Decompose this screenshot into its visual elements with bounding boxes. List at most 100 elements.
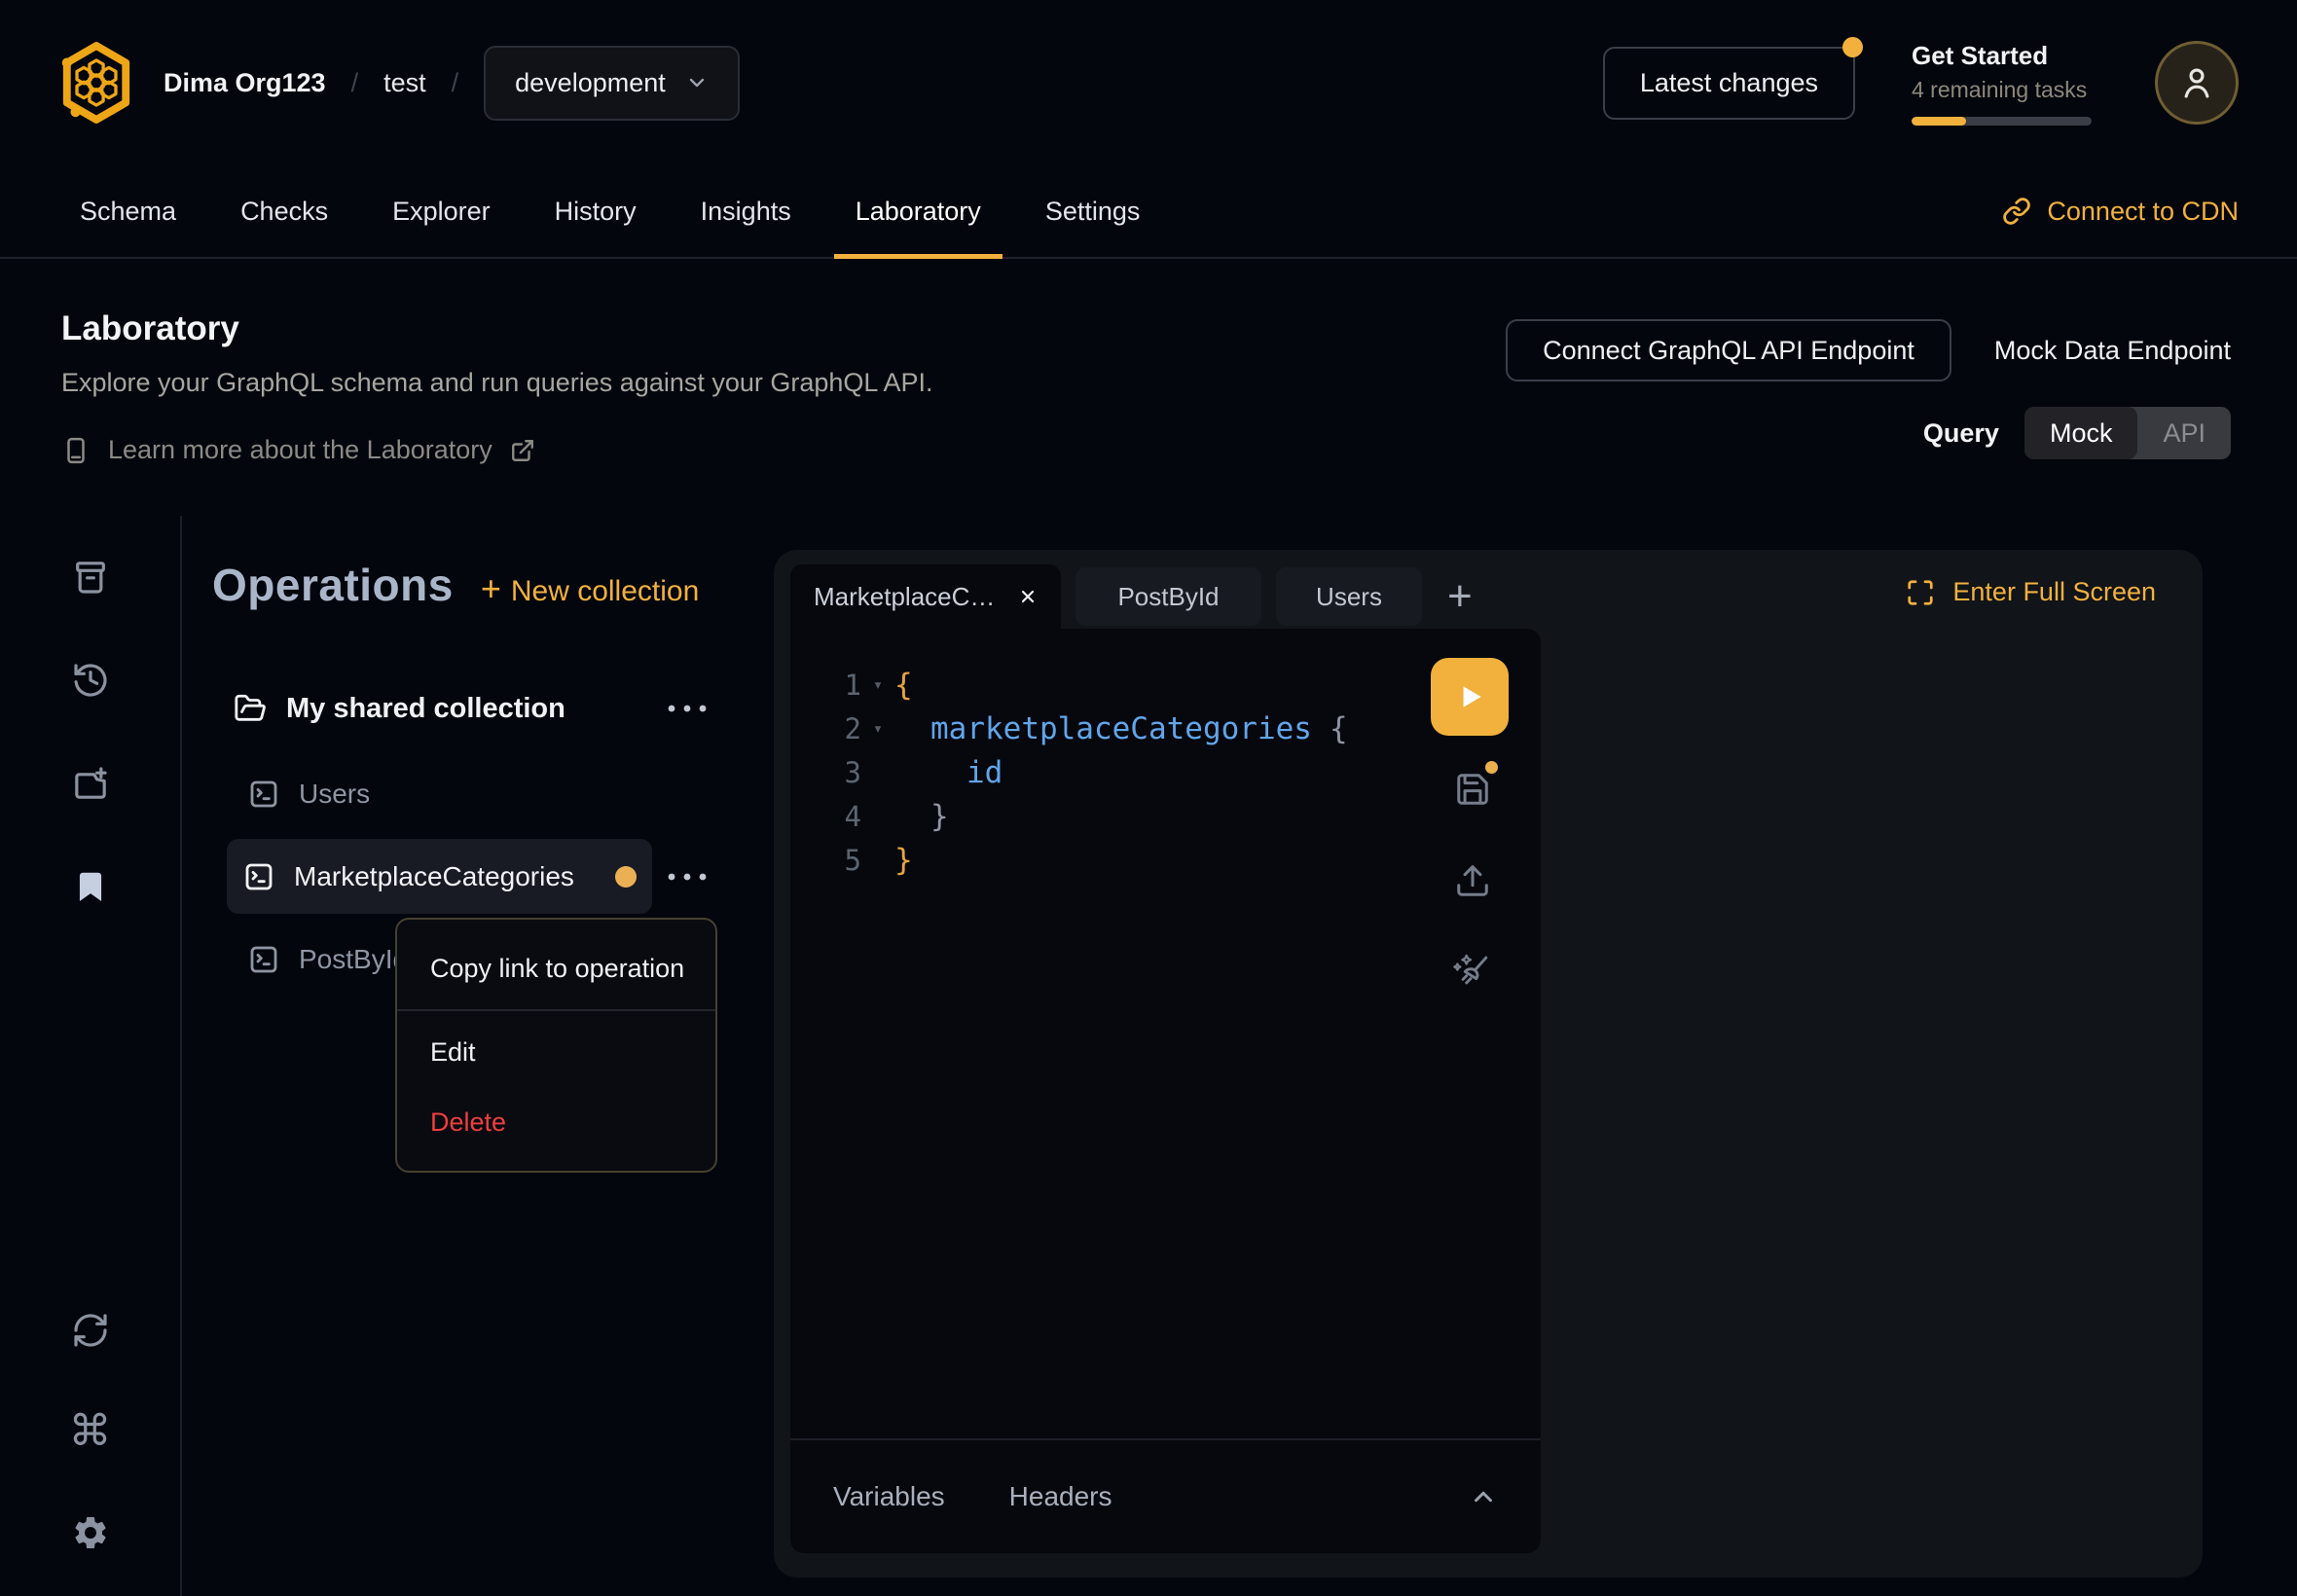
unsaved-changes-dot xyxy=(615,866,637,888)
breadcrumb-project[interactable]: test xyxy=(383,68,426,98)
refresh-icon[interactable] xyxy=(71,1311,110,1350)
code-token: id xyxy=(966,751,1003,795)
gear-icon[interactable] xyxy=(71,1513,110,1552)
query-mode-toggle: Mock API xyxy=(2024,407,2231,459)
add-tab-button[interactable]: + xyxy=(1447,564,1473,629)
fold-arrow-icon[interactable]: ▾ xyxy=(861,707,894,751)
get-started-progress-track xyxy=(1912,117,2092,126)
code-line: 2 ▾ marketplaceCategories { xyxy=(790,707,1541,751)
fullscreen-icon xyxy=(1906,578,1935,607)
fold-spacer xyxy=(861,795,894,839)
connect-to-cdn-link[interactable]: Connect to CDN xyxy=(2002,165,2239,257)
bookmark-icon[interactable] xyxy=(72,867,109,906)
get-started-title: Get Started xyxy=(1912,41,2096,71)
operation-label: PostById xyxy=(299,944,408,975)
get-started-widget[interactable]: Get Started 4 remaining tasks xyxy=(1912,41,2096,126)
shortcuts-icon[interactable]: ⌘ xyxy=(69,1410,112,1453)
learn-more-link[interactable]: Learn more about the Laboratory xyxy=(61,435,932,465)
editor-footer: Variables Headers xyxy=(790,1438,1541,1553)
operation-icon xyxy=(248,779,279,810)
rail-top-group xyxy=(71,558,110,906)
plus-icon: + xyxy=(481,568,501,608)
code-line: 5 } xyxy=(790,839,1541,883)
code-token: } xyxy=(894,839,913,883)
tab-explorer[interactable]: Explorer xyxy=(371,165,512,257)
context-menu-divider xyxy=(397,1009,715,1011)
fold-arrow-icon[interactable]: ▾ xyxy=(861,664,894,707)
new-collection-button[interactable]: + New collection xyxy=(481,568,699,609)
breadcrumb-separator: / xyxy=(351,68,359,98)
line-number: 3 xyxy=(790,751,861,795)
top-header: Dima Org123 / test / development Latest … xyxy=(0,0,2297,165)
context-menu-edit[interactable]: Edit xyxy=(397,1017,715,1087)
brand: Dima Org123 / test / development xyxy=(58,41,740,125)
tab-checks[interactable]: Checks xyxy=(219,165,349,257)
collection-header[interactable]: My shared collection xyxy=(227,677,652,740)
collection-more-options-icon[interactable] xyxy=(666,704,709,713)
connect-graphql-endpoint-button[interactable]: Connect GraphQL API Endpoint xyxy=(1506,319,1951,381)
user-avatar[interactable] xyxy=(2155,41,2239,125)
headers-tab[interactable]: Headers xyxy=(1009,1481,1112,1512)
chevron-up-icon[interactable] xyxy=(1469,1482,1498,1511)
code-area[interactable]: 1 ▾ { 2 ▾ marketplaceCategories { 3 id 4 xyxy=(790,629,1541,883)
learn-more-label: Learn more about the Laboratory xyxy=(108,435,492,465)
fullscreen-label: Enter Full Screen xyxy=(1952,577,2156,607)
query-mode-row: Query Mock API xyxy=(1923,407,2231,459)
graphql-editor[interactable]: 1 ▾ { 2 ▾ marketplaceCategories { 3 id 4 xyxy=(790,629,1541,1553)
target-nav: Schema Checks Explorer History Insights … xyxy=(0,165,2297,259)
breadcrumb: Dima Org123 / test / development xyxy=(164,46,740,121)
run-query-button[interactable] xyxy=(1431,658,1509,736)
latest-changes-button[interactable]: Latest changes xyxy=(1603,47,1855,120)
tab-settings[interactable]: Settings xyxy=(1024,165,1162,257)
endpoint-actions: Connect GraphQL API Endpoint Mock Data E… xyxy=(1506,319,2231,381)
workspace-tab-marketplacecategories[interactable]: MarketplaceC… xyxy=(790,564,1061,629)
page-description: Explore your GraphQL schema and run quer… xyxy=(61,368,932,398)
new-collection-label: New collection xyxy=(511,575,699,607)
context-menu-delete[interactable]: Delete xyxy=(397,1087,715,1157)
new-folder-icon[interactable] xyxy=(71,764,110,803)
collection-name: My shared collection xyxy=(286,693,565,725)
operation-icon xyxy=(248,944,279,975)
variables-tab[interactable]: Variables xyxy=(833,1481,945,1512)
operation-icon xyxy=(243,861,274,892)
breadcrumb-org[interactable]: Dima Org123 xyxy=(164,68,326,98)
workspace-tab-users[interactable]: Users xyxy=(1276,567,1422,626)
operation-item-marketplacecategories[interactable]: MarketplaceCategories xyxy=(227,839,652,914)
close-icon[interactable] xyxy=(1018,587,1038,606)
code-token: { xyxy=(1330,707,1348,751)
laboratory-main: ⌘ Operations + New collection My shared c… xyxy=(0,516,2297,1596)
tab-insights[interactable]: Insights xyxy=(679,165,813,257)
mode-mock-option[interactable]: Mock xyxy=(2024,407,2138,459)
query-label: Query xyxy=(1923,418,1999,449)
intro-right: Connect GraphQL API Endpoint Mock Data E… xyxy=(1506,309,2231,516)
external-link-icon xyxy=(510,438,535,463)
workspace-tab-label: MarketplaceC… xyxy=(814,582,1003,612)
latest-changes-wrap: Latest changes xyxy=(1603,47,1855,120)
history-icon[interactable] xyxy=(71,661,110,700)
operation-item-users[interactable]: Users xyxy=(227,759,652,829)
tab-history[interactable]: History xyxy=(533,165,658,257)
connect-to-cdn-label: Connect to CDN xyxy=(2047,197,2239,227)
operation-label: MarketplaceCategories xyxy=(294,861,574,892)
mode-api-option[interactable]: API xyxy=(2137,407,2231,459)
tab-schema[interactable]: Schema xyxy=(58,165,198,257)
hive-logo-icon[interactable] xyxy=(58,41,134,125)
workspace-tab-postbyid[interactable]: PostById xyxy=(1076,567,1261,626)
line-number: 1 xyxy=(790,664,861,707)
environment-selector[interactable]: development xyxy=(484,46,740,121)
notification-dot xyxy=(1842,37,1863,57)
book-icon xyxy=(61,436,91,465)
mock-data-endpoint-button[interactable]: Mock Data Endpoint xyxy=(1994,336,2231,366)
operations-title: Operations xyxy=(212,559,454,611)
share-icon[interactable] xyxy=(1454,862,1491,899)
context-menu-copy-link[interactable]: Copy link to operation xyxy=(397,933,715,1003)
operation-more-options-icon[interactable] xyxy=(666,872,709,882)
code-line: 3 id xyxy=(790,751,1541,795)
prettify-icon[interactable] xyxy=(1448,948,1493,993)
schema-archive-icon[interactable] xyxy=(71,558,110,597)
operation-context-menu: Copy link to operation Edit Delete xyxy=(395,918,717,1173)
save-icon[interactable] xyxy=(1454,771,1491,808)
enter-fullscreen-button[interactable]: Enter Full Screen xyxy=(1906,577,2156,607)
get-started-subtitle: 4 remaining tasks xyxy=(1912,77,2096,103)
tab-laboratory[interactable]: Laboratory xyxy=(834,165,1003,257)
